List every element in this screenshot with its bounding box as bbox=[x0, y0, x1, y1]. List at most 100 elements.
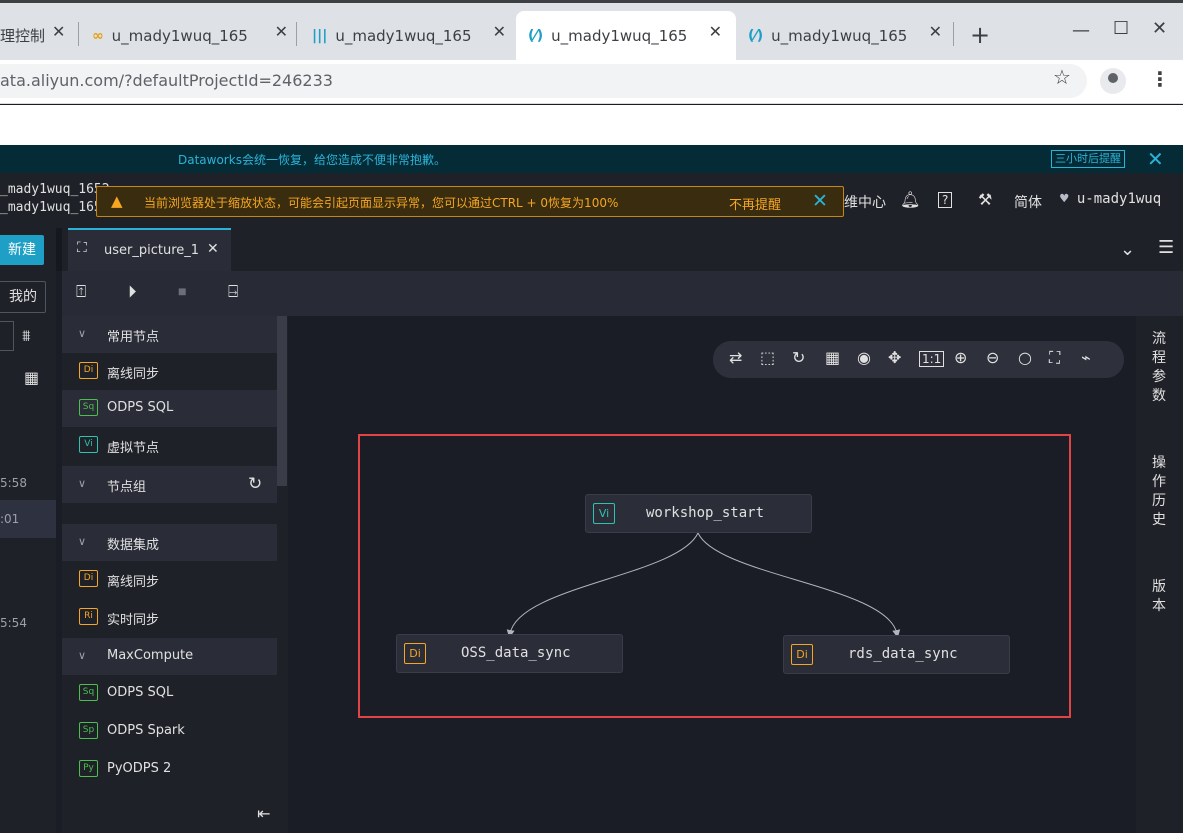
node-label: 离线同步 bbox=[107, 575, 160, 590]
left-sidebar: 新建 我的 ⩩ ▦ 5:58 :01 5:54 bbox=[0, 228, 56, 833]
node-item[interactable]: Ri 实时同步 bbox=[62, 599, 277, 636]
node-item[interactable]: Sq ODPS SQL bbox=[62, 675, 277, 712]
sql-icon: Sq bbox=[79, 399, 98, 416]
minimize-icon[interactable]: — bbox=[1072, 20, 1090, 41]
dont-remind-link[interactable]: 不再提醒 bbox=[729, 194, 781, 213]
close-icon[interactable]: ✕ bbox=[52, 22, 70, 41]
profile-avatar-icon[interactable] bbox=[1100, 68, 1126, 94]
group-maxcompute[interactable]: ∨ MaxCompute bbox=[62, 638, 277, 675]
right-rail: 流程参数 操作历史 版本 bbox=[1136, 316, 1183, 833]
deploy-icon[interactable]: ⍈ bbox=[228, 282, 238, 302]
node-label: rds_data_sync bbox=[848, 646, 958, 662]
close-icon[interactable]: ✕ bbox=[493, 22, 506, 41]
scrollbar[interactable] bbox=[277, 316, 287, 486]
run-icon[interactable]: ⏵ bbox=[128, 282, 137, 302]
window-close-icon[interactable]: ✕ bbox=[1152, 18, 1167, 39]
close-icon[interactable]: ✕ bbox=[812, 190, 828, 212]
maximize-icon[interactable]: ☐ bbox=[1113, 18, 1129, 39]
workflow-canvas[interactable]: ⇄ ⬚ ↻ ▦ ◉ ✥ 1:1 ⊕ ⊖ ○ ⛶ ⌁ Vi workshop_st… bbox=[288, 316, 1136, 833]
browser-tab-console[interactable]: 理控制 ✕ bbox=[0, 11, 70, 60]
url-field[interactable]: ata.aliyun.com/?defaultProjectId=246233 bbox=[0, 64, 1087, 98]
infinity-icon: ∞ bbox=[92, 27, 104, 44]
warning-icon: ▲ bbox=[111, 192, 123, 210]
zoom-warning-banner: ▲ 当前浏览器处于缩放状态，可能会引起页面显示异常，您可以通过CTRL + 0恢… bbox=[96, 186, 844, 217]
node-item[interactable]: Vi 虚拟节点 bbox=[62, 427, 277, 464]
sql-icon: Sq bbox=[79, 684, 98, 701]
refresh-icon[interactable]: ↻ bbox=[248, 474, 262, 494]
close-icon[interactable]: ✕ bbox=[207, 241, 219, 257]
workflow-icon: ⛶ bbox=[77, 240, 87, 256]
tab-operation-history[interactable]: 操作历史 bbox=[1150, 454, 1168, 530]
new-button[interactable]: 新建 bbox=[0, 235, 44, 265]
language-switch[interactable]: 简体 bbox=[1014, 192, 1042, 212]
dataworks-icon: (⁄) bbox=[748, 27, 764, 44]
submit-icon[interactable]: ⍐ bbox=[76, 282, 86, 302]
virtual-node-icon: Vi bbox=[79, 436, 98, 453]
di-icon: Di bbox=[79, 362, 98, 379]
highlight-rectangle bbox=[358, 434, 1071, 718]
browser-tab-strip: 理控制 ✕ ∞ u_mady1wuq_165 ✕ ||| u_mady1wuq_… bbox=[0, 0, 1183, 60]
search-input[interactable] bbox=[0, 321, 14, 351]
ri-icon: Ri bbox=[79, 608, 98, 625]
chevron-down-icon: ∨ bbox=[78, 327, 87, 340]
node-label: workshop_start bbox=[646, 505, 765, 521]
node-item[interactable]: Sp ODPS Spark bbox=[62, 713, 277, 750]
group-title: MaxCompute bbox=[107, 648, 194, 663]
node-item[interactable]: Di 离线同步 bbox=[62, 353, 277, 390]
browser-tab-label: u_mady1wuq_165 bbox=[551, 26, 688, 45]
node-item[interactable]: Di 离线同步 bbox=[62, 561, 277, 598]
project-name[interactable]: _mady1wuq_1652 bbox=[0, 182, 110, 197]
node-item[interactable]: Py PyODPS 2 bbox=[62, 751, 277, 788]
filter-icon[interactable]: ⩩ bbox=[22, 326, 31, 346]
browser-tab-2[interactable]: ∞ u_mady1wuq_165 ✕ bbox=[92, 11, 288, 60]
collapse-panel-icon[interactable]: ⇤ bbox=[257, 804, 270, 823]
node-oss-data-sync[interactable]: Di OSS_data_sync bbox=[396, 634, 623, 673]
browser-tab-label: u_mady1wuq_165 bbox=[111, 26, 248, 45]
node-rds-data-sync[interactable]: Di rds_data_sync bbox=[783, 635, 1010, 674]
new-tab-icon[interactable]: + bbox=[970, 21, 990, 49]
group-common-nodes[interactable]: ∨ 常用节点 bbox=[62, 316, 277, 353]
node-workshop-start[interactable]: Vi workshop_start bbox=[585, 494, 812, 533]
node-label: ODPS SQL bbox=[107, 400, 174, 415]
browser-tab-label: u_mady1wuq_165 bbox=[771, 26, 908, 45]
tab-versions[interactable]: 版本 bbox=[1150, 578, 1168, 616]
close-icon[interactable]: ✕ bbox=[929, 22, 942, 41]
stop-icon[interactable]: ⏹ bbox=[178, 282, 187, 302]
browser-tab-label: 理控制 bbox=[0, 27, 46, 45]
address-bar: ata.aliyun.com/?defaultProjectId=246233 … bbox=[0, 60, 1183, 104]
node-palette: ∨ 常用节点 Di 离线同步 Sq ODPS SQL Vi 虚拟节点 ∨ 节点组… bbox=[62, 316, 288, 833]
ops-center-link[interactable]: 维中心 bbox=[844, 192, 886, 212]
chevron-down-icon: ∨ bbox=[78, 649, 87, 662]
browser-tab-active[interactable]: (⁄) u_mady1wuq_165 ✕ bbox=[516, 11, 736, 60]
tools-icon[interactable]: ⚒ bbox=[978, 190, 992, 209]
help-icon[interactable]: ? bbox=[938, 192, 953, 208]
menu-icon[interactable]: ☰ bbox=[1158, 237, 1174, 258]
browser-menu-icon[interactable]: ⋮ bbox=[1150, 67, 1170, 91]
project-name-sub: _mady1wuq_165 bbox=[0, 200, 102, 215]
tab-workflow-params[interactable]: 流程参数 bbox=[1150, 330, 1168, 406]
group-title: 常用节点 bbox=[107, 330, 160, 345]
owner-filter-select[interactable]: 我的 bbox=[0, 281, 46, 313]
remind-later-button[interactable]: 三小时后提醒 bbox=[1051, 150, 1125, 168]
close-icon[interactable]: ✕ bbox=[709, 22, 722, 41]
group-node-group[interactable]: ∨ 节点组 ↻ bbox=[62, 466, 277, 503]
di-icon: Di bbox=[79, 570, 98, 587]
bell-icon[interactable]: 🔔︎ bbox=[900, 190, 920, 209]
editor-tab-bar: ⛶ user_picture_1 ✕ ⌄ ☰ bbox=[56, 228, 1183, 271]
grid-icon[interactable]: ▦ bbox=[24, 368, 39, 387]
close-icon[interactable]: ✕ bbox=[1147, 147, 1164, 171]
group-data-integration[interactable]: ∨ 数据集成 bbox=[62, 524, 277, 561]
user-menu[interactable]: ♥ u-mady1wuq bbox=[1060, 191, 1161, 207]
chevron-down-icon[interactable]: ⌄ bbox=[1120, 239, 1135, 260]
python-icon: Py bbox=[79, 760, 98, 777]
node-item[interactable]: Sq ODPS SQL bbox=[62, 390, 277, 427]
tab-user-picture[interactable]: ⛶ user_picture_1 ✕ bbox=[68, 228, 231, 271]
close-icon[interactable]: ✕ bbox=[275, 22, 288, 41]
browser-tab-5[interactable]: (⁄) u_mady1wuq_165 ✕ bbox=[748, 11, 942, 60]
browser-tab-3[interactable]: ||| u_mady1wuq_165 ✕ bbox=[312, 11, 506, 60]
node-label: 离线同步 bbox=[107, 367, 160, 382]
dataworks-icon: (⁄) bbox=[528, 27, 544, 44]
bookmark-star-icon[interactable]: ☆ bbox=[1053, 65, 1071, 89]
tab-label: user_picture_1 bbox=[104, 243, 200, 258]
user-avatar-icon: ♥ bbox=[1060, 191, 1069, 207]
